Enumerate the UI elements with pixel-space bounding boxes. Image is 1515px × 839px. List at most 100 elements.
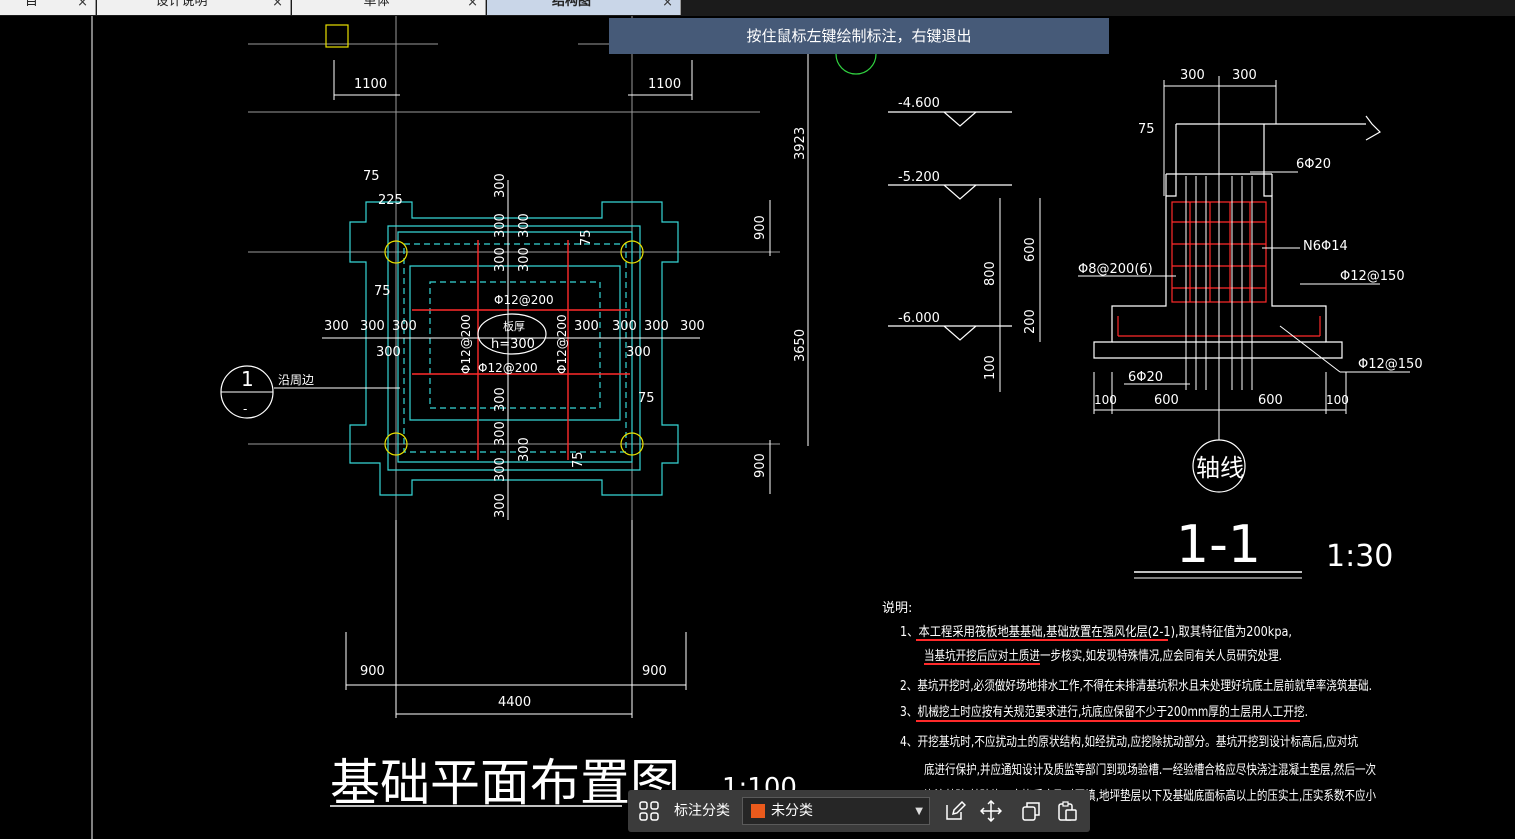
dim-text: 300 bbox=[517, 247, 532, 272]
tab-unknown[interactable]: 目 × bbox=[0, 0, 96, 15]
dim-text: 300 bbox=[493, 457, 508, 482]
dim-text: 300 bbox=[626, 345, 651, 360]
dim-text: 300 bbox=[1180, 68, 1205, 83]
move-icon[interactable] bbox=[980, 800, 1002, 822]
category-label: 标注分类 bbox=[674, 803, 730, 819]
note-line: 4、开挖基坑时,不应扰动土的原状结构,如经扰动,应挖除扰动部分。基坑开挖到设计标… bbox=[900, 734, 1358, 750]
annotation-hint-tooltip: 按住鼠标左键绘制标注，右键退出 bbox=[609, 18, 1109, 54]
dim-text: 75 bbox=[374, 284, 391, 299]
rebar-label: N6Φ14 bbox=[1303, 239, 1348, 254]
rebar-label: 6Φ20 bbox=[1128, 370, 1163, 385]
tab-label: 目 bbox=[24, 0, 38, 9]
dim-text: 300 bbox=[360, 319, 385, 334]
drawing-tab-bar: 目 × 设计说明 × 单体 × 结构图 × bbox=[0, 0, 1515, 16]
tab-label: 单体 bbox=[363, 0, 390, 9]
tab-structure-drawing[interactable]: 结构图 × bbox=[487, 0, 681, 15]
annotation-toolbar: 标注分类 未分类 ▼ bbox=[628, 790, 1090, 832]
dim-text: 900 bbox=[642, 664, 667, 679]
dim-text: 900 bbox=[360, 664, 385, 679]
level-markers bbox=[888, 111, 1012, 341]
dim-text: 100 bbox=[1094, 393, 1117, 407]
section-vertical-dims bbox=[999, 198, 1041, 392]
dim-text: 300 bbox=[517, 213, 532, 238]
rebar-label: Φ12@200 bbox=[494, 293, 554, 307]
section-title: 1-1 bbox=[1176, 515, 1261, 575]
category-color-swatch bbox=[751, 804, 765, 818]
section-1-1: -4.600 -5.200 -6.000 800 600 200 100 300… bbox=[888, 68, 1423, 579]
dim-text: 75 bbox=[363, 169, 380, 184]
dim-text: 75 bbox=[1138, 122, 1155, 137]
dim-text: 300 bbox=[493, 173, 508, 198]
dim-text: 300 bbox=[517, 437, 532, 462]
rebar-label: Φ12@150 bbox=[1340, 269, 1405, 284]
dim-text: 300 bbox=[493, 387, 508, 412]
note-line: 当基坑开挖后应对土质进一步核实,如发现特殊情况,应会同有关人员研究处理. bbox=[924, 648, 1282, 664]
section-note: 沿周边 bbox=[278, 373, 314, 387]
axis-marker-partial bbox=[835, 53, 877, 75]
dim-text: 900 bbox=[753, 215, 768, 240]
rebar-label: 6Φ20 bbox=[1296, 157, 1331, 172]
close-icon[interactable]: × bbox=[77, 0, 88, 11]
rebar-label: Φ12@200 bbox=[478, 361, 538, 375]
dim-text: 300 bbox=[1232, 68, 1257, 83]
dim-text: 3923 bbox=[793, 127, 808, 160]
dim-text: 300 bbox=[493, 421, 508, 446]
section-bars bbox=[1185, 76, 1253, 440]
section-scale: 1:30 bbox=[1326, 539, 1393, 574]
dim-text: 100 bbox=[1326, 393, 1349, 407]
dim-text: 300 bbox=[644, 319, 669, 334]
dim-text: 75 bbox=[579, 229, 594, 246]
footing-outline bbox=[1093, 115, 1381, 359]
dim-text: 300 bbox=[493, 213, 508, 238]
dim-text: 300 bbox=[493, 247, 508, 272]
tab-label: 结构图 bbox=[551, 0, 591, 9]
copy-icon[interactable] bbox=[1020, 800, 1042, 822]
plan-dimension-texts: 1100 1100 3923 3650 900 900 900 900 4400… bbox=[324, 77, 808, 710]
level-text: -4.600 bbox=[898, 96, 940, 111]
rebar-label: Φ8@200(6) bbox=[1078, 262, 1153, 277]
drawing-canvas[interactable]: 1100 1100 3923 3650 900 900 900 900 4400… bbox=[0, 16, 1515, 839]
dim-text: 900 bbox=[753, 453, 768, 478]
rebar-label: Φ12@200 bbox=[555, 314, 569, 374]
dim-text: 75 bbox=[638, 391, 655, 406]
slab-thickness: h=300 bbox=[491, 337, 535, 352]
edit-icon[interactable] bbox=[944, 800, 966, 822]
category-select[interactable]: 未分类 ▼ bbox=[742, 797, 930, 825]
note-line: 2、基坑开挖时,必须做好场地排水工作,不得在未排清基坑积水且未处理好坑底土层前就… bbox=[900, 678, 1372, 694]
dim-text: 600 bbox=[1023, 237, 1038, 262]
dim-text: 75 bbox=[571, 451, 586, 468]
dim-text: 600 bbox=[1258, 393, 1283, 408]
close-icon[interactable]: × bbox=[467, 0, 478, 11]
design-notes: 说明: 1、本工程采用筏板地基基础,基础放置在强风化层(2-1),取其特征值为2… bbox=[882, 601, 1376, 804]
dim-text: 300 bbox=[376, 345, 401, 360]
chevron-down-icon: ▼ bbox=[915, 806, 923, 817]
grid-lines bbox=[248, 16, 780, 520]
rebar-label: Φ12@200 bbox=[459, 314, 473, 374]
slab-label: 板厚 bbox=[503, 319, 525, 333]
rebar-label: Φ12@150 bbox=[1358, 357, 1423, 372]
dim-text: 225 bbox=[378, 193, 403, 208]
dim-text: 300 bbox=[493, 493, 508, 518]
note-line: 1、本工程采用筏板地基基础,基础放置在强风化层(2-1),取其特征值为200kp… bbox=[900, 624, 1292, 640]
tab-single-unit[interactable]: 单体 × bbox=[292, 0, 486, 15]
section-top-dims bbox=[1163, 80, 1277, 196]
category-select-value: 未分类 bbox=[771, 803, 813, 819]
dim-text: 3650 bbox=[793, 329, 808, 362]
plan-rebar-labels: Φ12@200 Φ12@200 Φ12@200 Φ12@200 bbox=[459, 293, 569, 375]
dim-text: 300 bbox=[612, 319, 637, 334]
close-icon[interactable]: × bbox=[272, 0, 283, 11]
foundation-plan: 1100 1100 3923 3650 900 900 900 900 4400… bbox=[220, 16, 877, 812]
section-mark-sub: - bbox=[243, 402, 247, 416]
dim-text: 1100 bbox=[354, 77, 387, 92]
tab-design-notes[interactable]: 设计说明 × bbox=[97, 0, 291, 15]
section-mark-number: 1 bbox=[241, 367, 254, 391]
dim-text: 4400 bbox=[498, 695, 531, 710]
close-icon[interactable]: × bbox=[662, 0, 673, 11]
grid-apps-icon[interactable] bbox=[638, 800, 660, 822]
paste-icon[interactable] bbox=[1056, 800, 1078, 822]
dim-text: 600 bbox=[1154, 393, 1179, 408]
tab-label: 设计说明 bbox=[155, 0, 208, 9]
dim-text: 100 bbox=[983, 355, 998, 380]
level-text: -5.200 bbox=[898, 170, 940, 185]
dim-text: 300 bbox=[392, 319, 417, 334]
